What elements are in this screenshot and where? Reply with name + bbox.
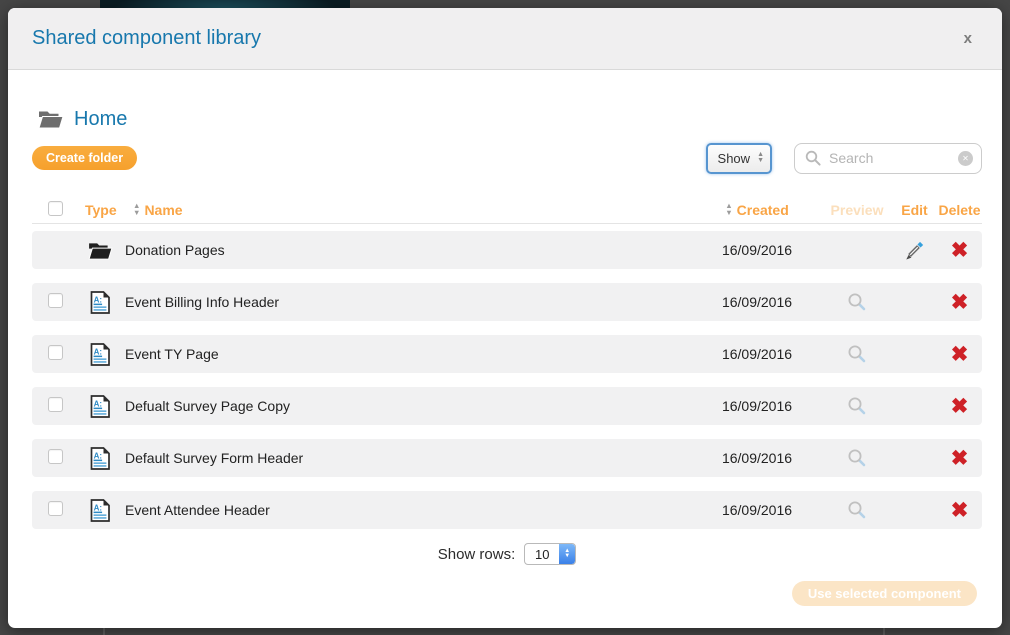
- table-body: A: Donation Pages 16/09/2016: [32, 231, 982, 529]
- row-name: Event Billing Info Header: [122, 294, 677, 310]
- preview-icon[interactable]: [847, 500, 867, 520]
- arrow-down-glyph: ▼: [725, 210, 732, 217]
- breadcrumb: Home: [32, 106, 982, 132]
- table-row: A: Default Survey Form Header 16/09/2016: [32, 439, 982, 477]
- row-name: Event Attendee Header: [122, 502, 677, 518]
- delete-icon[interactable]: ✖: [951, 500, 969, 521]
- component-icon: A:: [88, 394, 112, 419]
- row-name: Defualt Survey Page Copy: [122, 398, 677, 414]
- delete-icon[interactable]: ✖: [951, 344, 969, 365]
- preview-icon[interactable]: [847, 344, 867, 364]
- column-header-edit: Edit: [882, 202, 932, 218]
- row-created-date: 16/09/2016: [677, 294, 807, 310]
- sort-icon[interactable]: ▲ ▼: [133, 203, 140, 216]
- show-dropdown-label: Show: [718, 151, 751, 166]
- modal-header: Shared component library x: [8, 8, 1002, 70]
- pagination: Show rows: 10 ▲ ▼: [32, 543, 982, 565]
- background-mark: [883, 628, 885, 635]
- table-row: A: Defualt Survey Page Copy 16/09/2016: [32, 387, 982, 425]
- show-dropdown[interactable]: Show ▲ ▼: [706, 143, 772, 174]
- column-header-preview: Preview: [807, 202, 882, 218]
- edit-pencil-icon[interactable]: [904, 240, 925, 261]
- sort-icon[interactable]: ▲ ▼: [725, 203, 732, 216]
- column-header-delete: Delete: [932, 202, 982, 218]
- row-checkbox[interactable]: [48, 397, 63, 412]
- row-name: Default Survey Form Header: [122, 450, 677, 466]
- table-header: Type ▲ ▼ Name ▲ ▼ Created Preview Ed: [32, 196, 982, 224]
- arrow-down-glyph: ▼: [757, 158, 764, 164]
- toolbar: Create folder Show ▲ ▼: [32, 142, 982, 174]
- background-mark: [103, 628, 105, 635]
- row-checkbox[interactable]: [48, 449, 63, 464]
- use-selected-component-button[interactable]: Use selected component: [792, 581, 977, 606]
- clear-search-icon[interactable]: ✕: [958, 151, 973, 166]
- row-checkbox[interactable]: [48, 501, 63, 516]
- table-row: A: Event TY Page 16/09/2016: [32, 335, 982, 373]
- row-name: Event TY Page: [122, 346, 677, 362]
- show-rows-select[interactable]: 10 ▲ ▼: [524, 543, 576, 565]
- table-row: A: Donation Pages 16/09/2016: [32, 231, 982, 269]
- close-icon[interactable]: x: [964, 30, 972, 47]
- modal-body: Home Create folder Show ▲ ▼: [8, 70, 1002, 627]
- folder-open-icon: [38, 109, 64, 129]
- preview-icon[interactable]: [847, 292, 867, 312]
- select-arrows-icon: ▲ ▼: [757, 152, 764, 164]
- show-rows-value: 10: [525, 544, 559, 564]
- search-input[interactable]: [829, 150, 951, 166]
- component-icon: A:: [88, 342, 112, 367]
- preview-icon[interactable]: [847, 448, 867, 468]
- row-created-date: 16/09/2016: [677, 242, 807, 258]
- arrow-down-glyph: ▼: [133, 210, 140, 217]
- shared-component-library-modal: Shared component library x Home Create f…: [8, 8, 1002, 628]
- select-all-checkbox[interactable]: [48, 201, 63, 216]
- column-header-created[interactable]: Created: [737, 202, 789, 218]
- toolbar-right: Show ▲ ▼: [706, 143, 982, 174]
- component-icon: A:: [88, 498, 112, 523]
- folder-icon: [88, 241, 113, 260]
- clear-glyph: ✕: [962, 154, 969, 163]
- svg-text:A:: A:: [94, 295, 102, 304]
- svg-text:A:: A:: [94, 503, 102, 512]
- component-icon: A:: [88, 446, 112, 471]
- delete-icon[interactable]: ✖: [951, 292, 969, 313]
- column-header-type[interactable]: Type: [78, 202, 122, 218]
- search-box: ✕: [794, 143, 982, 174]
- row-checkbox[interactable]: [48, 293, 63, 308]
- create-folder-button[interactable]: Create folder: [32, 146, 137, 170]
- column-header-name[interactable]: Name: [144, 202, 182, 218]
- show-rows-label: Show rows:: [438, 546, 516, 563]
- modal-title: Shared component library: [32, 27, 261, 50]
- row-created-date: 16/09/2016: [677, 450, 807, 466]
- row-created-date: 16/09/2016: [677, 398, 807, 414]
- row-checkbox[interactable]: [48, 345, 63, 360]
- search-icon: [805, 150, 822, 167]
- background-content-strip: [100, 0, 350, 8]
- delete-icon[interactable]: ✖: [951, 448, 969, 469]
- component-icon: A:: [88, 290, 112, 315]
- row-created-date: 16/09/2016: [677, 346, 807, 362]
- arrow-down-glyph: ▼: [564, 554, 570, 559]
- svg-text:A:: A:: [94, 347, 102, 356]
- delete-icon[interactable]: ✖: [951, 240, 969, 261]
- row-name: Donation Pages: [122, 242, 677, 258]
- svg-text:A:: A:: [94, 451, 102, 460]
- delete-icon[interactable]: ✖: [951, 396, 969, 417]
- stepper-arrows-icon: ▲ ▼: [559, 544, 575, 564]
- row-created-date: 16/09/2016: [677, 502, 807, 518]
- table-row: A: Event Attendee Header 16/09/2016: [32, 491, 982, 529]
- table-row: A: Event Billing Info Header 16/09/2016: [32, 283, 982, 321]
- svg-text:A:: A:: [94, 399, 102, 408]
- breadcrumb-home[interactable]: Home: [74, 108, 127, 131]
- page-background: Shared component library x Home Create f…: [0, 0, 1010, 635]
- preview-icon[interactable]: [847, 396, 867, 416]
